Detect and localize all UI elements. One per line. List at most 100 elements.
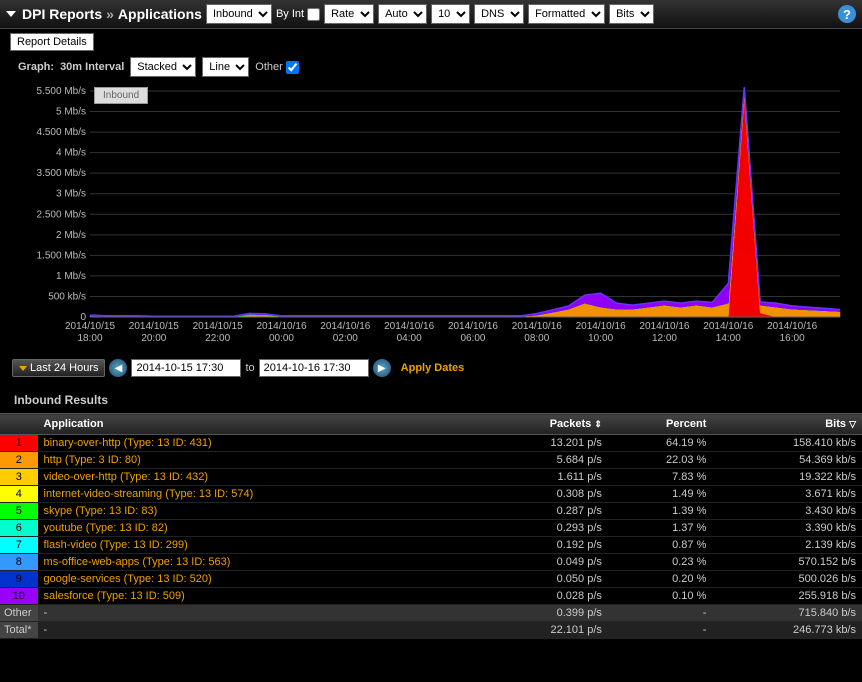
svg-text:2014/10/15: 2014/10/15 xyxy=(65,321,115,332)
svg-text:5 Mb/s: 5 Mb/s xyxy=(56,107,86,118)
svg-text:2.500 Mb/s: 2.500 Mb/s xyxy=(37,209,86,220)
bits-cell: 19.322 kb/s xyxy=(712,469,862,486)
time-range-button[interactable]: Last 24 Hours xyxy=(12,359,105,377)
rank-cell: 6 xyxy=(0,520,38,537)
other-row: Other - 0.399 p/s - 715.840 b/s xyxy=(0,605,862,622)
by-int-checkbox[interactable] xyxy=(307,8,320,21)
rank-cell: 1 xyxy=(0,435,38,452)
rank-cell: 7 xyxy=(0,537,38,554)
chart-svg: 0500 kb/s1 Mb/s1.500 Mb/s2 Mb/s2.500 Mb/… xyxy=(12,83,850,353)
packets-cell: 0.293 p/s xyxy=(480,520,608,537)
percent-cell: 0.87 % xyxy=(608,537,712,554)
app-cell[interactable]: ms-office-web-apps (Type: 13 ID: 563) xyxy=(38,554,480,571)
time-controls: Last 24 Hours ◀ to ▶ Apply Dates xyxy=(0,353,862,383)
table-row[interactable]: 7 flash-video (Type: 13 ID: 299) 0.192 p… xyxy=(0,537,862,554)
svg-text:06:00: 06:00 xyxy=(460,333,485,344)
table-row[interactable]: 3 video-over-http (Type: 13 ID: 432) 1.6… xyxy=(0,469,862,486)
units-select[interactable]: Bits xyxy=(609,4,654,24)
svg-text:12:00: 12:00 xyxy=(652,333,677,344)
svg-text:2014/10/16: 2014/10/16 xyxy=(576,321,626,332)
app-cell[interactable]: skype (Type: 13 ID: 83) xyxy=(38,503,480,520)
packets-cell: 1.611 p/s xyxy=(480,469,608,486)
col-packets[interactable]: Packets ⇕ xyxy=(480,414,608,435)
percent-cell: 7.83 % xyxy=(608,469,712,486)
top-select[interactable]: 10 xyxy=(431,4,470,24)
svg-text:22:00: 22:00 xyxy=(205,333,230,344)
collapse-icon[interactable] xyxy=(6,11,16,17)
table-row[interactable]: 8 ms-office-web-apps (Type: 13 ID: 563) … xyxy=(0,554,862,571)
table-row[interactable]: 2 http (Type: 3 ID: 80) 5.684 p/s 22.03 … xyxy=(0,452,862,469)
svg-text:2014/10/16: 2014/10/16 xyxy=(767,321,817,332)
app-cell[interactable]: flash-video (Type: 13 ID: 299) xyxy=(38,537,480,554)
legend-badge: Inbound xyxy=(94,87,148,104)
app-cell[interactable]: binary-over-http (Type: 13 ID: 431) xyxy=(38,435,480,452)
app-cell[interactable]: google-services (Type: 13 ID: 520) xyxy=(38,571,480,588)
direction-select[interactable]: Inbound xyxy=(206,4,272,24)
svg-text:5.500 Mb/s: 5.500 Mb/s xyxy=(37,86,86,97)
col-percent[interactable]: Percent xyxy=(608,414,712,435)
table-row[interactable]: 9 google-services (Type: 13 ID: 520) 0.0… xyxy=(0,571,862,588)
col-application[interactable]: Application xyxy=(38,414,480,435)
percent-cell: 0.23 % xyxy=(608,554,712,571)
svg-text:4 Mb/s: 4 Mb/s xyxy=(56,148,86,159)
results-title: Inbound Results xyxy=(0,383,862,413)
table-row[interactable]: 6 youtube (Type: 13 ID: 82) 0.293 p/s 1.… xyxy=(0,520,862,537)
bits-cell: 3.671 kb/s xyxy=(712,486,862,503)
svg-text:2014/10/16: 2014/10/16 xyxy=(320,321,370,332)
packets-cell: 5.684 p/s xyxy=(480,452,608,469)
auto-select[interactable]: Auto xyxy=(378,4,427,24)
dns-select[interactable]: DNS xyxy=(474,4,524,24)
prev-time-button[interactable]: ◀ xyxy=(109,359,127,377)
other-label: Other xyxy=(255,61,283,73)
graph-controls: Graph: 30m Interval Stacked Line Other xyxy=(0,51,862,83)
table-header-row: Application Packets ⇕ Percent Bits ▽ xyxy=(0,414,862,435)
table-row[interactable]: 1 binary-over-http (Type: 13 ID: 431) 13… xyxy=(0,435,862,452)
page-title: DPI Reports » Applications xyxy=(6,6,202,22)
app-cell[interactable]: internet-video-streaming (Type: 13 ID: 5… xyxy=(38,486,480,503)
help-icon[interactable]: ? xyxy=(838,5,856,23)
table-row[interactable]: 10 salesforce (Type: 13 ID: 509) 0.028 p… xyxy=(0,588,862,605)
rank-cell: 10 xyxy=(0,588,38,605)
rank-cell: 3 xyxy=(0,469,38,486)
svg-text:14:00: 14:00 xyxy=(716,333,741,344)
report-details-button[interactable]: Report Details xyxy=(10,33,94,51)
table-row[interactable]: 4 internet-video-streaming (Type: 13 ID:… xyxy=(0,486,862,503)
app-cell[interactable]: video-over-http (Type: 13 ID: 432) xyxy=(38,469,480,486)
app-cell[interactable]: salesforce (Type: 13 ID: 509) xyxy=(38,588,480,605)
next-time-button[interactable]: ▶ xyxy=(373,359,391,377)
app-cell[interactable]: youtube (Type: 13 ID: 82) xyxy=(38,520,480,537)
by-int-toggle: By Int xyxy=(276,8,320,21)
col-bits[interactable]: Bits ▽ xyxy=(712,414,862,435)
from-date-input[interactable] xyxy=(131,359,241,377)
rate-select[interactable]: Rate xyxy=(324,4,374,24)
other-checkbox[interactable] xyxy=(286,61,299,74)
svg-text:2 Mb/s: 2 Mb/s xyxy=(56,230,86,241)
table-row[interactable]: 5 skype (Type: 13 ID: 83) 0.287 p/s 1.39… xyxy=(0,503,862,520)
rank-cell: 4 xyxy=(0,486,38,503)
packets-cell: 0.028 p/s xyxy=(480,588,608,605)
bits-cell: 3.430 kb/s xyxy=(712,503,862,520)
bits-cell: 3.390 kb/s xyxy=(712,520,862,537)
total-row: Total* - 22.101 p/s - 246.773 kb/s xyxy=(0,622,862,639)
bits-cell: 54.369 kb/s xyxy=(712,452,862,469)
percent-cell: 22.03 % xyxy=(608,452,712,469)
svg-text:20:00: 20:00 xyxy=(141,333,166,344)
app-cell[interactable]: http (Type: 3 ID: 80) xyxy=(38,452,480,469)
svg-text:2014/10/16: 2014/10/16 xyxy=(512,321,562,332)
section-name: DPI Reports xyxy=(22,6,102,22)
svg-text:4.500 Mb/s: 4.500 Mb/s xyxy=(37,127,86,138)
rank-cell: 8 xyxy=(0,554,38,571)
page-name: Applications xyxy=(118,6,202,22)
line-select[interactable]: Line xyxy=(202,57,249,77)
svg-text:3 Mb/s: 3 Mb/s xyxy=(56,189,86,200)
svg-text:2014/10/16: 2014/10/16 xyxy=(703,321,753,332)
chart-area: Inbound 0500 kb/s1 Mb/s1.500 Mb/s2 Mb/s2… xyxy=(12,83,850,353)
stack-select[interactable]: Stacked xyxy=(130,57,196,77)
apply-dates-link[interactable]: Apply Dates xyxy=(401,362,465,374)
chevron-down-icon xyxy=(19,366,27,371)
svg-text:1.500 Mb/s: 1.500 Mb/s xyxy=(37,250,86,261)
svg-text:10:00: 10:00 xyxy=(588,333,613,344)
format-select[interactable]: Formatted xyxy=(528,4,605,24)
to-date-input[interactable] xyxy=(259,359,369,377)
svg-text:18:00: 18:00 xyxy=(77,333,102,344)
